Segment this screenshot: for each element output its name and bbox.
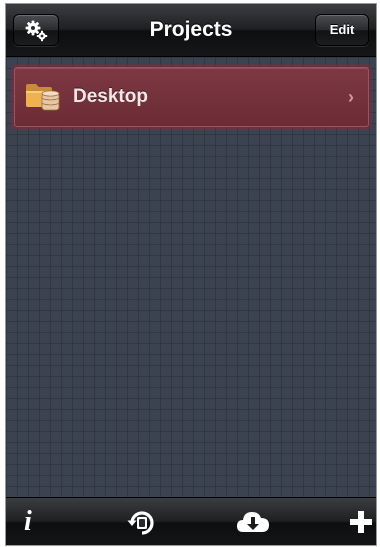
app-screen: Projects Edit Desktop › i (6, 4, 376, 545)
info-icon: i (24, 506, 32, 537)
info-button[interactable]: i (24, 498, 46, 545)
project-name: Desktop (73, 86, 148, 107)
folder-database-icon (26, 84, 60, 111)
cloud-download-icon (237, 512, 269, 532)
plus-icon (350, 511, 372, 533)
edit-button[interactable]: Edit (315, 14, 369, 46)
list-item-project[interactable]: Desktop › (14, 67, 369, 127)
add-button[interactable] (349, 498, 373, 545)
bottom-toolbar: i (6, 497, 376, 545)
cloud-download-button[interactable] (235, 498, 271, 545)
sync-icon (127, 511, 154, 535)
chevron-right-icon: › (348, 87, 354, 107)
projects-list: Desktop › (6, 57, 376, 497)
navigation-bar: Projects Edit (6, 4, 376, 57)
sync-button[interactable] (126, 498, 158, 545)
